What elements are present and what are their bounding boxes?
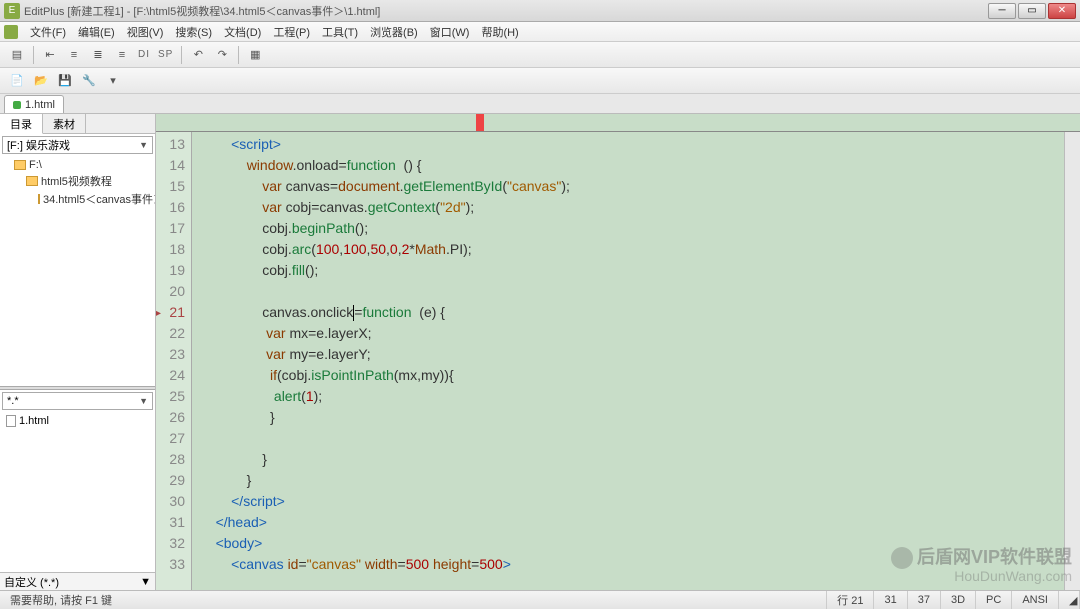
- align-button[interactable]: ≡: [111, 45, 133, 65]
- maximize-button[interactable]: ▭: [1018, 3, 1046, 19]
- file-icon: [6, 415, 16, 427]
- menubar: 文件(F) 编辑(E) 视图(V) 搜索(S) 文档(D) 工程(P) 工具(T…: [0, 22, 1080, 42]
- redo-button[interactable]: ↷: [211, 45, 233, 65]
- menu-document[interactable]: 文档(D): [218, 22, 267, 42]
- tree-node[interactable]: F:\: [2, 158, 153, 172]
- status-mode1: 3D: [941, 591, 976, 609]
- close-button[interactable]: ✕: [1048, 3, 1076, 19]
- line-number-gutter: 1314151617181920212223242526272829303132…: [156, 132, 192, 590]
- file-list[interactable]: 1.html: [0, 412, 155, 572]
- window-controls: ─ ▭ ✕: [988, 3, 1076, 19]
- menu-project[interactable]: 工程(P): [267, 22, 316, 42]
- status-encoding: ANSI: [1012, 591, 1059, 609]
- splitter-handle[interactable]: [0, 386, 155, 390]
- status-col: 31: [874, 591, 907, 609]
- menu-window[interactable]: 窗口(W): [424, 22, 476, 42]
- tool-button[interactable]: 🔧: [78, 71, 100, 91]
- toolbar-format: ▤ ⇤ ≡ ≣ ≡ DI SP ↶ ↷ ▦: [0, 42, 1080, 68]
- filter-dropdown[interactable]: *.* ▼: [2, 392, 153, 410]
- file-item[interactable]: 1.html: [2, 414, 153, 428]
- menu-help[interactable]: 帮助(H): [475, 22, 524, 42]
- tab-label: 1.html: [25, 99, 55, 111]
- window-titlebar: E EditPlus [新建工程1] - [F:\html5视频教程\34.ht…: [0, 0, 1080, 22]
- document-tab-1[interactable]: 1.html: [4, 95, 64, 113]
- filter-label: *.*: [7, 395, 19, 407]
- indent-button[interactable]: ≡: [63, 45, 85, 65]
- editor: ----+----1----+----2----+----3----+----4…: [156, 114, 1080, 590]
- custom-filter-dropdown[interactable]: 自定义 (*.*) ▼: [0, 572, 155, 590]
- menu-browser[interactable]: 浏览器(B): [364, 22, 424, 42]
- tree-node[interactable]: 34.html5＜canvas事件＞: [2, 190, 153, 208]
- status-total: 37: [908, 591, 941, 609]
- ruler-cursor-marker: [476, 114, 484, 132]
- status-hint: 需要帮助, 请按 F1 键: [0, 591, 827, 609]
- dropdown-icon[interactable]: ▾: [102, 71, 124, 91]
- new-file-button[interactable]: 📄: [6, 71, 28, 91]
- document-tabs: 1.html: [0, 94, 1080, 114]
- menu-tools[interactable]: 工具(T): [316, 22, 364, 42]
- code-text[interactable]: <script> window.onload=function () { var…: [192, 132, 1064, 590]
- app-icon: E: [4, 3, 20, 19]
- drive-dropdown[interactable]: [F:] 娱乐游戏 ▼: [2, 136, 153, 154]
- save-button[interactable]: 💾: [54, 71, 76, 91]
- sidebar-tab-assets[interactable]: 素材: [43, 114, 86, 133]
- folder-icon: [38, 194, 40, 204]
- sp-label[interactable]: SP: [155, 49, 176, 60]
- menu-edit[interactable]: 编辑(E): [72, 22, 121, 42]
- sidebar-tab-directory[interactable]: 目录: [0, 114, 43, 134]
- status-mode2: PC: [976, 591, 1012, 609]
- chevron-down-icon: ▼: [140, 576, 151, 588]
- folder-tree[interactable]: F:\ html5视频教程 34.html5＜canvas事件＞: [0, 156, 155, 386]
- toggle-panel-button[interactable]: ▤: [6, 45, 28, 65]
- chevron-down-icon: ▼: [139, 396, 148, 406]
- tree-node[interactable]: html5视频教程: [2, 172, 153, 190]
- menu-search[interactable]: 搜索(S): [169, 22, 218, 42]
- drive-label: [F:] 娱乐游戏: [7, 137, 70, 153]
- folder-icon: [26, 176, 38, 186]
- vertical-scrollbar[interactable]: [1064, 132, 1080, 590]
- undo-button[interactable]: ↶: [187, 45, 209, 65]
- main-area: 目录 素材 [F:] 娱乐游戏 ▼ F:\ html5视频教程 34.html5…: [0, 114, 1080, 590]
- window-title: EditPlus [新建工程1] - [F:\html5视频教程\34.html…: [24, 3, 988, 19]
- open-file-button[interactable]: 📂: [30, 71, 52, 91]
- toolbar-file: 📄 📂 💾 🔧 ▾: [0, 68, 1080, 94]
- run-button[interactable]: ▦: [244, 45, 266, 65]
- menu-file[interactable]: 文件(F): [24, 22, 72, 42]
- menu-view[interactable]: 视图(V): [121, 22, 170, 42]
- outdent-button[interactable]: ⇤: [39, 45, 61, 65]
- code-area[interactable]: 1314151617181920212223242526272829303132…: [156, 132, 1080, 590]
- di-label[interactable]: DI: [135, 49, 153, 60]
- column-ruler: ----+----1----+----2----+----3----+----4…: [156, 114, 1080, 132]
- status-line: 行 21: [827, 591, 874, 609]
- sidebar: 目录 素材 [F:] 娱乐游戏 ▼ F:\ html5视频教程 34.html5…: [0, 114, 156, 590]
- status-resize-grip[interactable]: ◢: [1059, 591, 1080, 609]
- tab-status-icon: [13, 101, 21, 109]
- folder-icon: [14, 160, 26, 170]
- align-left-button[interactable]: ≣: [87, 45, 109, 65]
- sidebar-tabs: 目录 素材: [0, 114, 155, 134]
- minimize-button[interactable]: ─: [988, 3, 1016, 19]
- chevron-down-icon: ▼: [139, 140, 148, 150]
- statusbar: 需要帮助, 请按 F1 键 行 21 31 37 3D PC ANSI ◢: [0, 590, 1080, 609]
- menubar-app-icon: [4, 25, 18, 39]
